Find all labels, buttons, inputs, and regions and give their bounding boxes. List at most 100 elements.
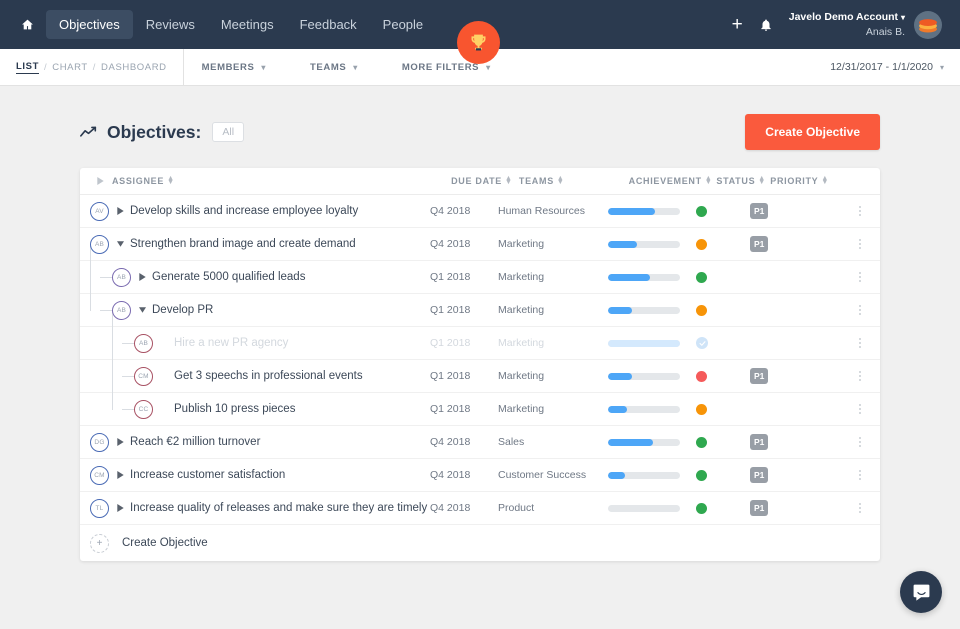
- trophy-icon[interactable]: [457, 21, 500, 64]
- priority-badge[interactable]: P1: [750, 467, 769, 483]
- objective-title[interactable]: Increase customer satisfaction: [130, 469, 285, 481]
- avatar[interactable]: AV: [90, 201, 109, 221]
- objective-title[interactable]: Develop PR: [152, 304, 213, 316]
- row-menu-icon[interactable]: [840, 371, 880, 381]
- tab-feedback[interactable]: Feedback: [287, 10, 370, 39]
- objective-title[interactable]: Hire a new PR agency: [174, 337, 288, 349]
- table-row[interactable]: DG Reach €2 million turnover Q4 2018 Sales P…: [80, 426, 880, 459]
- table-row[interactable]: AB Strengthen brand image and create dema…: [80, 228, 880, 261]
- breadcrumb-list[interactable]: LIST: [16, 61, 39, 74]
- account-menu[interactable]: Javelo Demo Account ▾ Anais B.: [789, 10, 942, 39]
- collapse-row-icon[interactable]: [134, 306, 150, 314]
- row-menu-icon[interactable]: [840, 470, 880, 480]
- objective-title[interactable]: Increase quality of releases and make su…: [130, 502, 427, 514]
- objective-title[interactable]: Get 3 speechs in professional events: [174, 370, 363, 382]
- row-menu-icon[interactable]: [840, 206, 880, 216]
- tab-reviews[interactable]: Reviews: [133, 10, 208, 39]
- status-indicator-orange[interactable]: [696, 403, 707, 415]
- avatar[interactable]: DG: [90, 432, 109, 452]
- bell-icon[interactable]: [759, 17, 773, 33]
- filter-teams-label: TEAMS: [310, 61, 347, 73]
- expand-row-icon[interactable]: [112, 471, 128, 479]
- column-header-priority[interactable]: PRIORITY ▲ ▼: [770, 175, 840, 186]
- priority-badge[interactable]: P1: [750, 368, 769, 384]
- avatar[interactable]: [914, 10, 942, 39]
- row-menu-icon[interactable]: [840, 437, 880, 447]
- row-menu-icon[interactable]: [840, 239, 880, 249]
- breadcrumb-dashboard[interactable]: DASHBOARD: [101, 62, 167, 73]
- collapse-row-icon[interactable]: [112, 240, 128, 248]
- priority-badge[interactable]: P1: [750, 434, 769, 450]
- expand-row-icon[interactable]: [134, 273, 150, 281]
- status-indicator-green[interactable]: [696, 502, 707, 514]
- filter-all-badge[interactable]: All: [212, 122, 245, 142]
- status-indicator-green[interactable]: [696, 205, 707, 217]
- expand-all-icon[interactable]: [90, 177, 112, 185]
- date-range-picker[interactable]: 12/31/2017 - 1/1/2020 ▾: [830, 61, 960, 73]
- table-row[interactable]: CC Publish 10 press pieces Q1 2018 Marketin…: [80, 393, 880, 426]
- breadcrumb-chart[interactable]: CHART: [52, 62, 88, 73]
- table-row[interactable]: AV Develop skills and increase employee l…: [80, 195, 880, 228]
- objective-title[interactable]: Develop skills and increase employee loy…: [130, 205, 358, 217]
- row-menu-icon[interactable]: [840, 404, 880, 414]
- avatar[interactable]: TL: [90, 498, 109, 518]
- table-row[interactable]: AB Generate 5000 qualified leads Q1 2018 Ma…: [80, 261, 880, 294]
- table-row[interactable]: TL Increase quality of releases and make …: [80, 492, 880, 525]
- tab-people[interactable]: People: [370, 10, 436, 39]
- objectives-table-card: ASSIGNEE ▲ ▼ DUE DATE ▲ ▼ TEAMS ▲ ▼ ACHIEVE…: [80, 168, 880, 561]
- table-row[interactable]: AB Hire a new PR agency Q1 2018 Marketing: [80, 327, 880, 360]
- achievement-cell: [608, 471, 696, 479]
- priority-badge[interactable]: P1: [750, 500, 769, 516]
- chat-bubble-icon[interactable]: [900, 571, 942, 613]
- row-menu-icon[interactable]: [840, 338, 880, 348]
- column-header-due-date[interactable]: DUE DATE ▲ ▼: [451, 175, 519, 186]
- status-indicator-orange[interactable]: [696, 304, 707, 316]
- avatar[interactable]: AB: [134, 333, 153, 353]
- status-indicator-green[interactable]: [696, 271, 707, 283]
- column-header-assignee[interactable]: ASSIGNEE ▲ ▼: [112, 175, 451, 186]
- status-indicator-orange[interactable]: [696, 238, 707, 250]
- filter-more-label: MORE FILTERS: [401, 61, 480, 73]
- status-indicator-red[interactable]: [696, 370, 707, 382]
- avatar[interactable]: CC: [134, 399, 153, 419]
- row-menu-icon[interactable]: [840, 305, 880, 315]
- table-header-row: ASSIGNEE ▲ ▼ DUE DATE ▲ ▼ TEAMS ▲ ▼ ACHIEVE…: [80, 168, 880, 195]
- assignee-cell: AB Strengthen brand image and create dema…: [90, 234, 430, 254]
- priority-badge[interactable]: P1: [750, 203, 769, 219]
- table-row[interactable]: AB Develop PR Q1 2018 Marketing: [80, 294, 880, 327]
- column-header-teams[interactable]: TEAMS ▲ ▼: [519, 175, 629, 186]
- status-indicator-green[interactable]: [696, 469, 707, 481]
- achievement-progress-bar: [608, 240, 680, 248]
- table-row[interactable]: CM Increase customer satisfaction Q4 2018 C…: [80, 459, 880, 492]
- column-header-achievement[interactable]: ACHIEVEMENT ▲ ▼: [629, 175, 717, 186]
- objective-title[interactable]: Publish 10 press pieces: [174, 403, 295, 415]
- row-menu-icon[interactable]: [840, 272, 880, 282]
- tab-objectives[interactable]: Objectives: [46, 10, 133, 39]
- expand-row-icon[interactable]: [112, 504, 128, 512]
- create-objective-row[interactable]: + Create Objective: [80, 525, 880, 561]
- objective-title[interactable]: Generate 5000 qualified leads: [152, 271, 305, 283]
- priority-badge[interactable]: P1: [750, 236, 769, 252]
- add-icon[interactable]: +: [732, 15, 743, 34]
- create-objective-button[interactable]: Create Objective: [745, 114, 880, 150]
- row-menu-icon[interactable]: [840, 503, 880, 513]
- status-indicator-completed[interactable]: [696, 337, 708, 349]
- expand-row-icon[interactable]: [112, 438, 128, 446]
- avatar[interactable]: CM: [90, 465, 109, 485]
- filter-members[interactable]: MEMBERS ▾: [202, 62, 266, 73]
- avatar[interactable]: CM: [134, 366, 153, 386]
- column-header-status[interactable]: STATUS ▲ ▼: [716, 175, 770, 186]
- home-icon[interactable]: [14, 12, 40, 38]
- avatar[interactable]: AB: [90, 234, 109, 254]
- status-indicator-green[interactable]: [696, 436, 707, 448]
- expand-row-icon[interactable]: [112, 207, 128, 215]
- filter-teams[interactable]: TEAMS ▾: [310, 62, 358, 73]
- objective-title[interactable]: Reach €2 million turnover: [130, 436, 260, 448]
- objectives-rows: AV Develop skills and increase employee l…: [80, 195, 880, 525]
- avatar[interactable]: AB: [112, 267, 131, 287]
- table-row[interactable]: CM Get 3 speechs in professional events Q1…: [80, 360, 880, 393]
- tab-meetings[interactable]: Meetings: [208, 10, 287, 39]
- avatar[interactable]: AB: [112, 300, 131, 320]
- objective-title[interactable]: Strengthen brand image and create demand: [130, 238, 356, 250]
- status-cell: [696, 436, 750, 448]
